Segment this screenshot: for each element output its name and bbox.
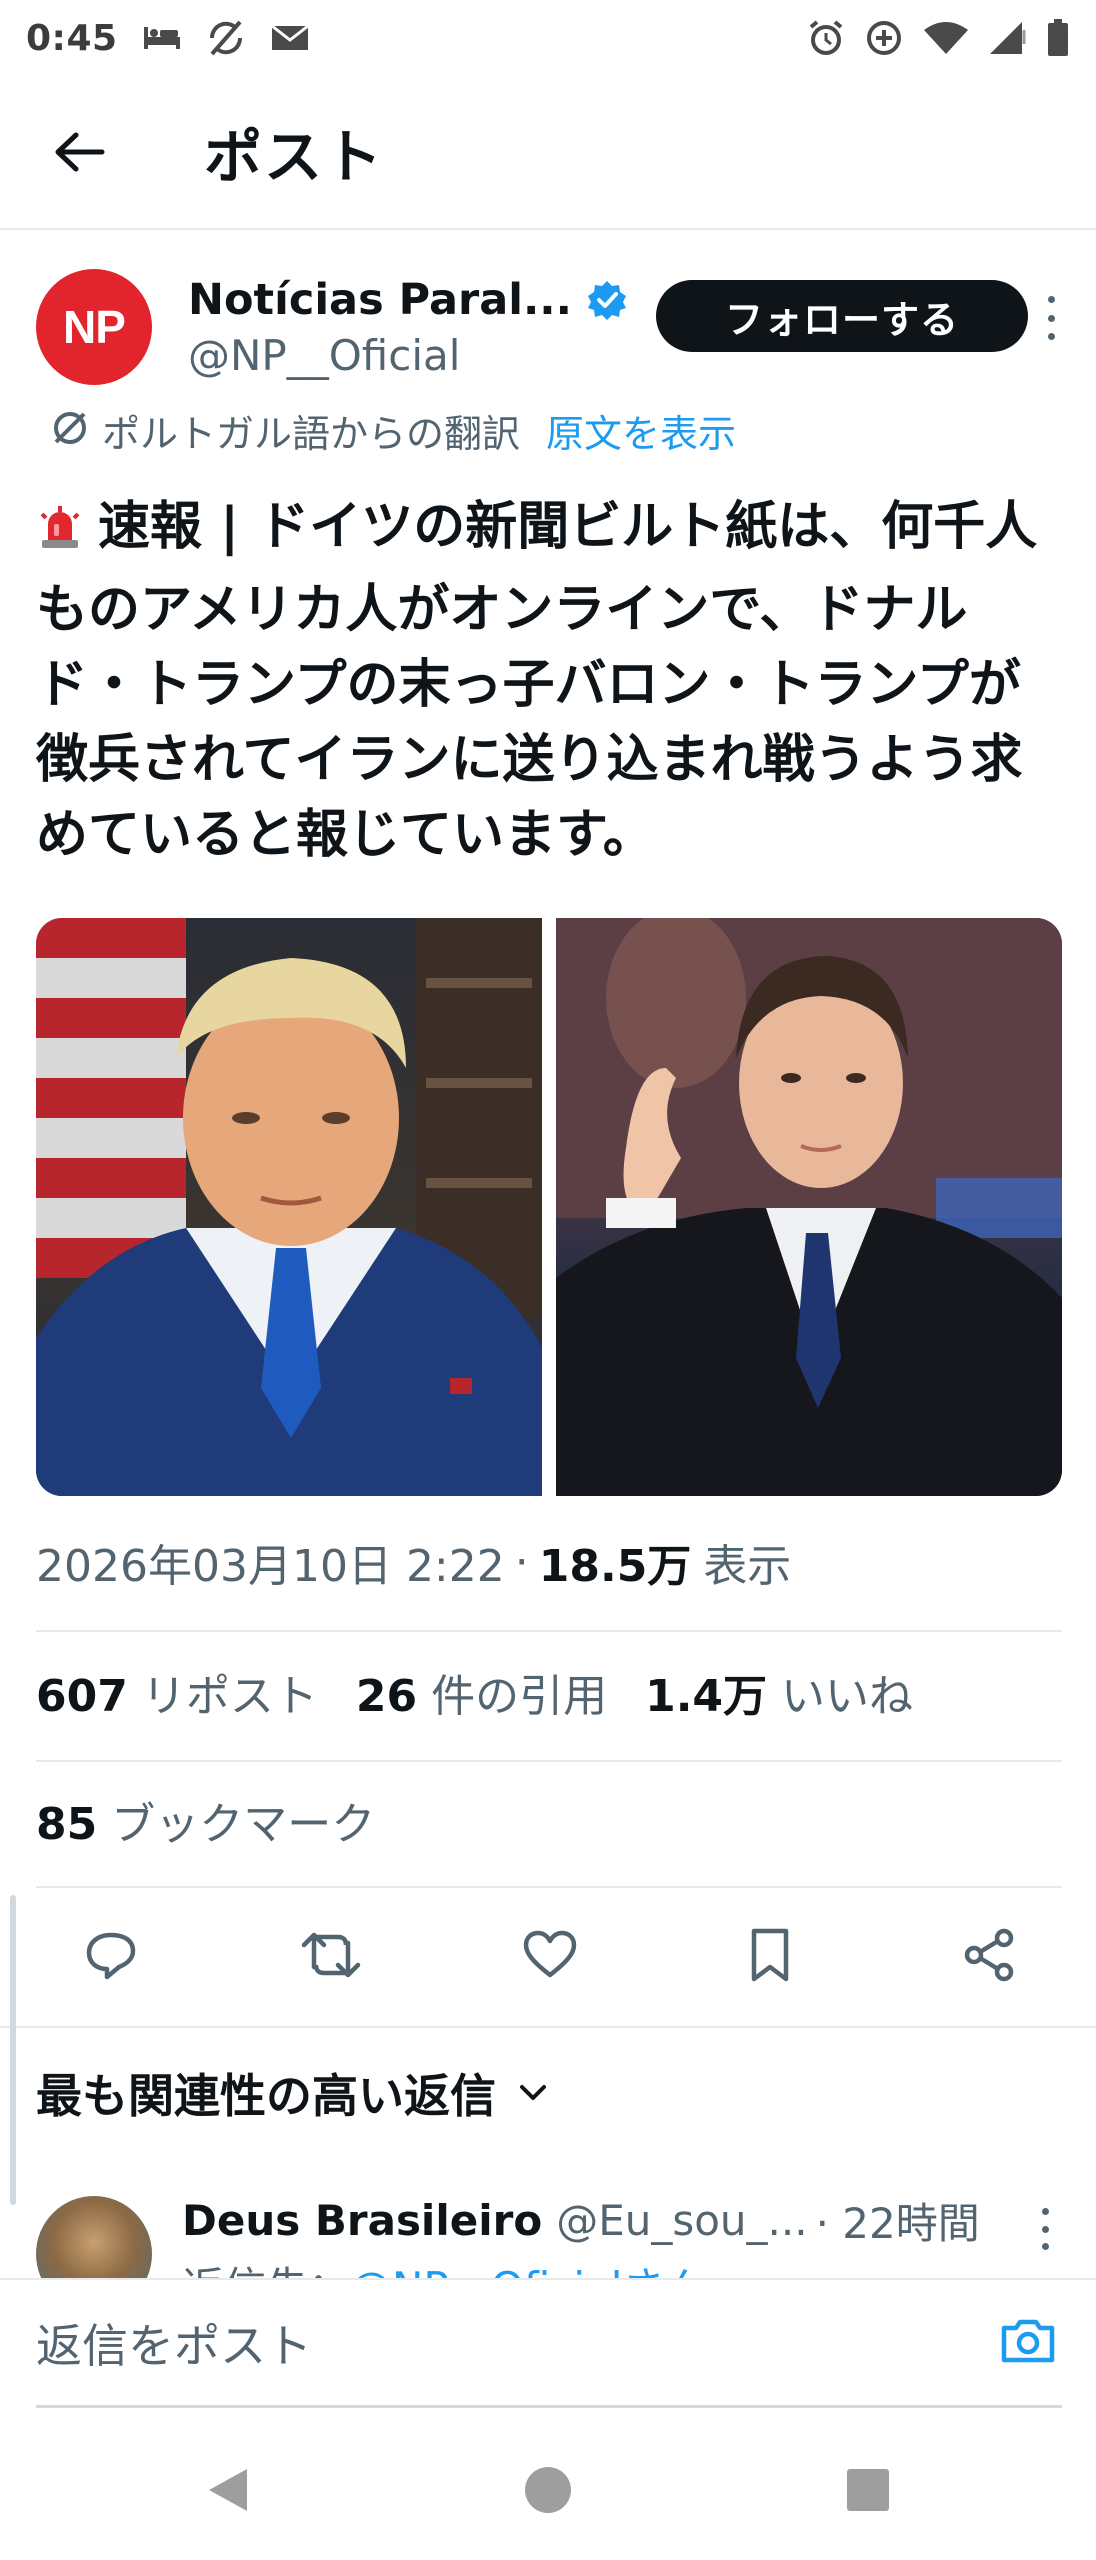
views-label: 表示 xyxy=(703,1541,792,1592)
reply-avatar[interactable] xyxy=(36,2196,152,2278)
verified-badge-icon xyxy=(586,279,628,321)
battery-icon xyxy=(1046,18,1070,58)
camera-icon[interactable] xyxy=(1000,2316,1056,2368)
author-handle[interactable]: @NP__Oficial xyxy=(188,331,628,380)
portrait-illustration xyxy=(556,918,1062,1496)
scrollbar[interactable] xyxy=(10,1895,16,2205)
circle-home-icon xyxy=(525,2467,571,2513)
replies-sort-label: 最も関連性の高い返信 xyxy=(36,2069,496,2123)
photo-barron-trump[interactable] xyxy=(556,918,1062,1496)
reply-more-options-icon[interactable] xyxy=(1030,2204,1060,2254)
no-sync-icon xyxy=(204,18,248,58)
bookmark-icon xyxy=(751,1928,788,1982)
engagement-stats: 607 リポスト 26 件の引用 1.4万 いいね xyxy=(36,1660,951,1724)
reply-header: Deus Brasileiro @Eu_sou_... · 22時間 xyxy=(182,2190,980,2251)
separator-dot: · xyxy=(514,1536,529,1588)
repost-icon xyxy=(301,1932,360,1978)
avatar-logo-text: NP xyxy=(63,301,126,353)
likes-stat[interactable]: 1.4万 いいね xyxy=(645,1660,913,1724)
quotes-label: 件の引用 xyxy=(431,1671,608,1722)
post-meta: 2026年03月10日 2:22 · 18.5万 表示 xyxy=(36,1530,791,1594)
post-text-content: 速報 | ドイツの新聞ビルト紙は、何千人ものアメリカ人がオンラインで、ドナルド・… xyxy=(36,497,1038,865)
reply-button[interactable] xyxy=(76,1920,146,1990)
share-icon xyxy=(964,1928,1014,1982)
replies-sort-dropdown[interactable]: 最も関連性の高い返信 xyxy=(36,2060,548,2126)
signal-icon xyxy=(988,20,1028,56)
divider xyxy=(36,1760,1062,1762)
more-options-icon[interactable] xyxy=(1036,288,1066,348)
divider xyxy=(36,1886,1062,1888)
author-avatar[interactable]: NP xyxy=(36,269,152,385)
reply-to-line: 返信先：@NP__Oficialさん xyxy=(182,2254,706,2278)
post-actions xyxy=(36,1910,1062,2000)
photo-donald-trump[interactable] xyxy=(36,918,542,1496)
status-time: 0:45 xyxy=(26,17,118,59)
author-info: Notícias Paral... @NP__Oficial xyxy=(188,275,628,380)
arrow-left-icon xyxy=(55,132,105,172)
triangle-back-icon xyxy=(209,2469,247,2511)
post-text: 速報 | ドイツの新聞ビルト紙は、何千人ものアメリカ人がオンラインで、ドナルド・… xyxy=(36,490,1066,873)
likes-count: 1.4万 xyxy=(645,1671,768,1722)
quotes-count: 26 xyxy=(355,1671,418,1722)
status-right-icons xyxy=(806,18,1070,58)
nav-recents-button[interactable] xyxy=(838,2460,898,2520)
data-saver-icon xyxy=(864,18,904,58)
status-bar: 0:45 xyxy=(0,0,1096,76)
status-left-icons xyxy=(142,18,310,58)
reposts-label: リポスト xyxy=(141,1671,318,1722)
share-button[interactable] xyxy=(954,1920,1024,1990)
bookmarks-count: 85 xyxy=(36,1799,98,1850)
reply-input-placeholder: 返信をポスト xyxy=(36,2318,312,2373)
nav-home-button[interactable] xyxy=(518,2460,578,2520)
author-name-line: Notícias Paral... xyxy=(188,275,628,325)
bed-icon xyxy=(142,23,182,53)
like-button[interactable] xyxy=(515,1920,585,1990)
reply-time: · 22時間 xyxy=(815,2199,980,2248)
alarm-icon xyxy=(806,18,846,58)
translate-icon xyxy=(50,408,90,452)
reply-input[interactable]: 返信をポスト xyxy=(36,2280,1062,2408)
quotes-stat[interactable]: 26 件の引用 xyxy=(356,1660,607,1724)
bookmark-button[interactable] xyxy=(735,1920,805,1990)
translation-row: ポルトガル語からの翻訳 原文を表示 xyxy=(50,402,736,458)
top-app-bar: ポスト xyxy=(0,76,1096,230)
reposts-stat[interactable]: 607 リポスト xyxy=(36,1660,318,1724)
wifi-icon xyxy=(922,20,970,56)
views-count: 18.5万 xyxy=(538,1541,692,1592)
divider xyxy=(36,1630,1062,1632)
reply-compose-bar: 返信をポスト xyxy=(0,2278,1096,2408)
bookmarks-stat[interactable]: 85 ブックマーク xyxy=(36,1788,375,1852)
square-recents-icon xyxy=(847,2469,889,2511)
system-nav-bar xyxy=(0,2420,1096,2560)
reply-author-name[interactable]: Deus Brasileiro xyxy=(182,2196,542,2245)
reposts-count: 607 xyxy=(36,1671,128,1722)
chevron-down-icon xyxy=(518,2083,548,2103)
reply-item[interactable]: Deus Brasileiro @Eu_sou_... · 22時間 返信先：@… xyxy=(36,2190,1066,2278)
likes-label: いいね xyxy=(781,1671,914,1722)
reply-to-prefix: 返信先： xyxy=(182,2263,350,2278)
siren-emoji-icon xyxy=(36,498,84,573)
heart-icon xyxy=(523,1930,577,1978)
bookmarks-label: ブックマーク xyxy=(111,1799,376,1850)
reply-to-mention[interactable]: @NP__Oficialさん xyxy=(350,2263,706,2278)
author-name[interactable]: Notícias Paral... xyxy=(188,275,572,325)
back-button[interactable] xyxy=(24,97,134,207)
page-title: ポスト xyxy=(204,123,385,191)
divider xyxy=(0,2026,1096,2028)
reply-author-handle[interactable]: @Eu_sou_... xyxy=(556,2196,807,2245)
nav-back-button[interactable] xyxy=(198,2460,258,2520)
post-media-grid xyxy=(36,918,1062,1496)
portrait-illustration xyxy=(36,918,542,1496)
reply-icon xyxy=(86,1932,136,1980)
translation-label: ポルトガル語からの翻訳 xyxy=(102,411,521,456)
post-timestamp[interactable]: 2026年03月10日 2:22 xyxy=(36,1530,505,1594)
follow-button[interactable]: フォローする xyxy=(656,280,1028,352)
post-author-row: NP Notícias Paral... @NP__Oficial フォローする xyxy=(36,262,1066,392)
show-original-link[interactable]: 原文を表示 xyxy=(546,403,736,458)
repost-button[interactable] xyxy=(296,1920,366,1990)
mail-icon xyxy=(270,23,310,53)
